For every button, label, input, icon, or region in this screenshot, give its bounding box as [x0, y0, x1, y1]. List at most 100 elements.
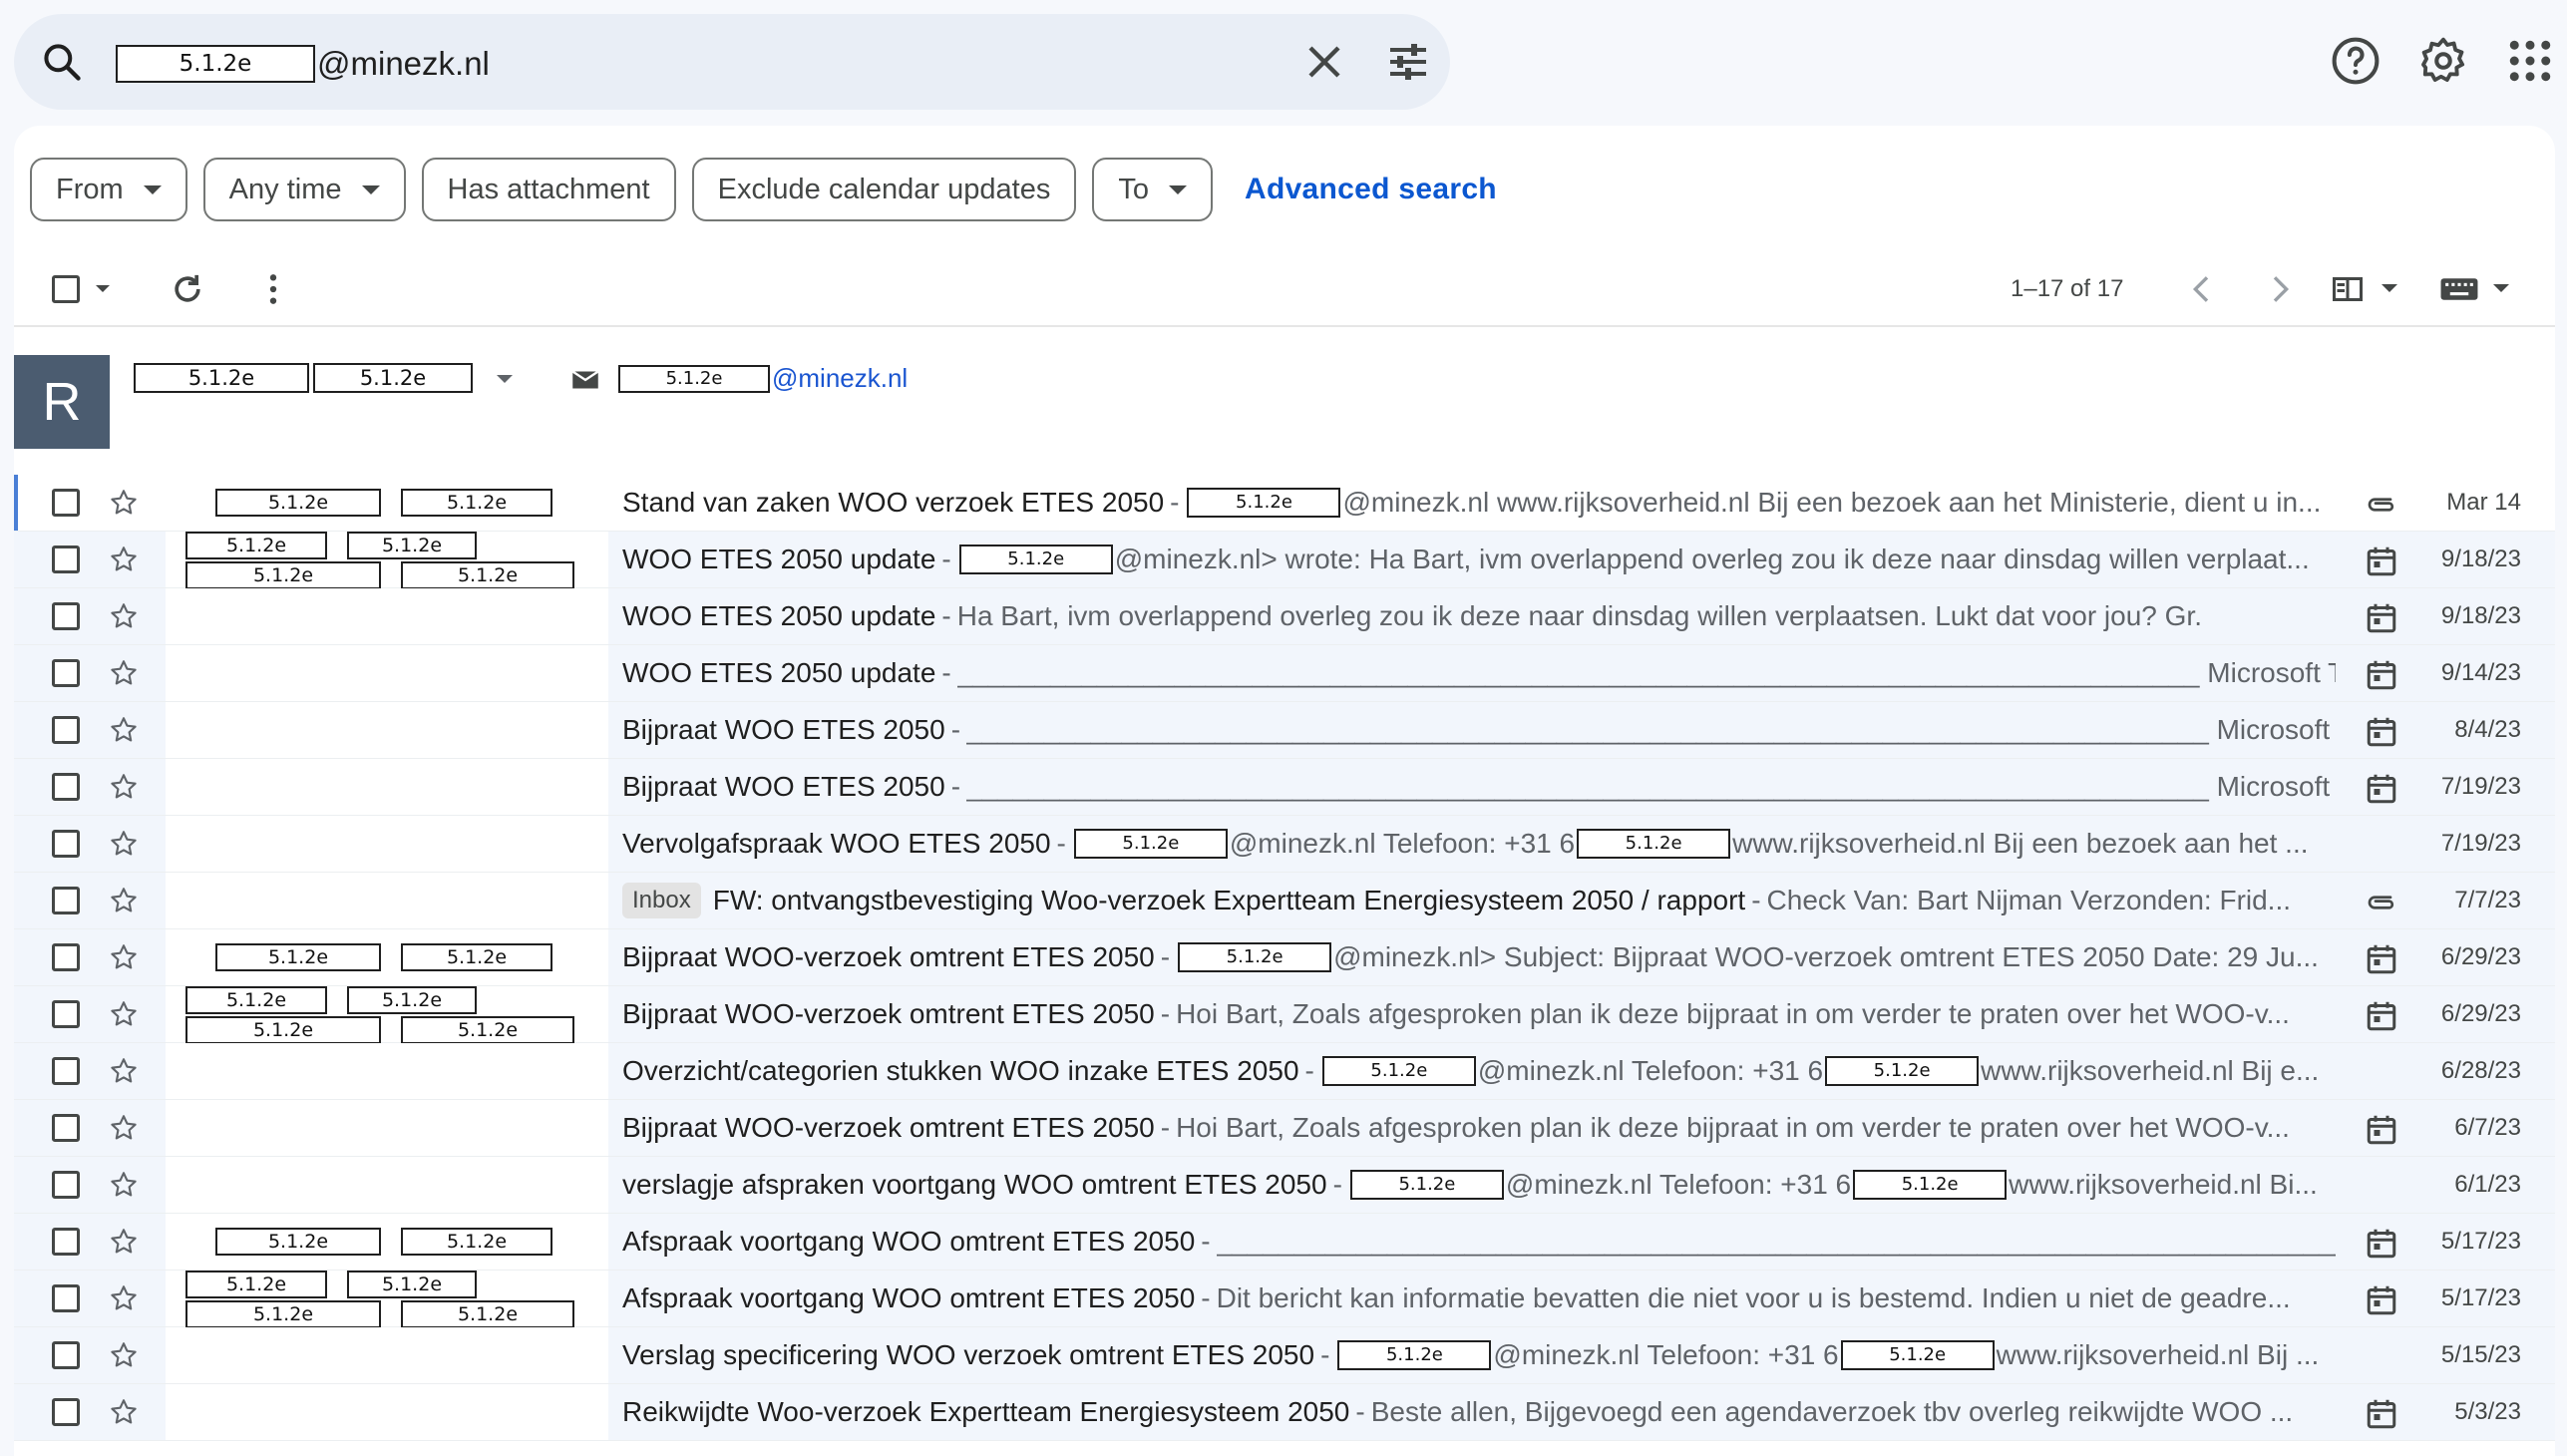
email-row[interactable]: 5.1.2e 5.1.2e Afspraak voortgang WOO omtre… [14, 1214, 2555, 1271]
calendar-icon[interactable] [2364, 1226, 2399, 1262]
star-icon[interactable] [108, 771, 140, 803]
calendar-icon[interactable] [2364, 1396, 2399, 1432]
advanced-search-link[interactable]: Advanced search [1245, 173, 1497, 206]
row-checkbox[interactable] [52, 1114, 80, 1142]
more-vert-icon[interactable] [253, 269, 293, 309]
star-icon[interactable] [108, 1169, 140, 1201]
select-all-checkbox[interactable] [52, 275, 80, 303]
chip-exclude-calendar[interactable]: Exclude calendar updates [691, 158, 1077, 221]
star-icon[interactable] [108, 714, 140, 746]
email-row[interactable]: Verslag specificering WOO verzoek omtren… [14, 1327, 2555, 1384]
row-checkbox[interactable] [52, 1000, 80, 1028]
calendar-icon[interactable] [2364, 1112, 2399, 1148]
row-checkbox[interactable] [52, 1057, 80, 1085]
close-icon[interactable] [1300, 38, 1348, 86]
redaction-box: 5.1.2e [185, 561, 381, 589]
chevron-right-icon[interactable] [2260, 269, 2300, 309]
chip-has-attachment[interactable]: Has attachment [421, 158, 676, 221]
row-checkbox[interactable] [52, 887, 80, 914]
row-checkbox[interactable] [52, 1284, 80, 1312]
calendar-icon[interactable] [2364, 771, 2399, 807]
chevron-down-icon[interactable] [2382, 284, 2397, 292]
star-icon[interactable] [108, 1339, 140, 1371]
email-row[interactable]: Inbox FW: ontvangstbevestiging Woo-verzoe… [14, 873, 2555, 929]
star-icon[interactable] [108, 1396, 140, 1428]
sender-column [166, 645, 608, 701]
star-icon[interactable] [108, 1055, 140, 1087]
row-checkbox[interactable] [52, 716, 80, 744]
row-checkbox[interactable] [52, 943, 80, 971]
search-options-icon[interactable] [1382, 38, 1434, 86]
email-row[interactable]: 5.1.2e 5.1.2e 5.1.2e 5.1.2e WOO ETES 2050 up… [14, 532, 2555, 589]
email-row[interactable]: Bijpraat WOO-verzoek omtrent ETES 2050- H… [14, 1100, 2555, 1157]
calendar-icon[interactable] [2364, 998, 2399, 1034]
row-checkbox[interactable] [52, 773, 80, 801]
chevron-down-icon[interactable] [497, 375, 513, 383]
star-icon[interactable] [108, 487, 140, 519]
email-row[interactable]: Overzicht/categorien stukken WOO inzake … [14, 1043, 2555, 1100]
chevron-down-icon[interactable] [2493, 284, 2509, 292]
search-bar[interactable]: 5.1.2e @minezk.nl [14, 14, 1450, 110]
chip-to[interactable]: To [1092, 158, 1213, 221]
chevron-left-icon[interactable] [2182, 269, 2222, 309]
search-input[interactable]: 5.1.2e @minezk.nl [116, 42, 490, 86]
row-checkbox[interactable] [52, 830, 80, 858]
email-row[interactable]: Bijpraat WOO ETES 2050- _________________… [14, 702, 2555, 759]
email-row[interactable]: Vervolgafspraak WOO ETES 2050-5.1.2e @min… [14, 816, 2555, 873]
attachment-icon[interactable] [2364, 487, 2399, 523]
email-row[interactable]: 5.1.2e 5.1.2e Stand van zaken WOO verzoek … [14, 475, 2555, 532]
email-row[interactable]: 5.1.2e 5.1.2e 5.1.2e 5.1.2e Bijpraat WOO-ver… [14, 986, 2555, 1044]
email-row[interactable]: verslagje afspraken voortgang WOO omtren… [14, 1157, 2555, 1214]
star-icon[interactable] [108, 544, 140, 575]
row-checkbox[interactable] [52, 489, 80, 517]
star-icon[interactable] [108, 941, 140, 973]
star-icon[interactable] [108, 828, 140, 860]
email-summary: verslagje afspraken voortgang WOO omtren… [622, 1157, 2336, 1213]
row-checkbox[interactable] [52, 602, 80, 630]
refresh-icon[interactable] [168, 269, 207, 309]
gear-icon[interactable] [2416, 34, 2470, 88]
email-row[interactable]: 5.1.2e 5.1.2e 5.1.2e 5.1.2e Afspraak voortga… [14, 1271, 2555, 1328]
email-row[interactable]: WOO ETES 2050 update - Ha Bart, ivm overla… [14, 588, 2555, 645]
email-row[interactable]: 5.1.2e 5.1.2e Bijpraat WOO-verzoek omtrent… [14, 929, 2555, 986]
star-icon[interactable] [108, 1226, 140, 1258]
email-row[interactable]: Reikwijdte Woo-verzoek Expertteam Energi… [14, 1384, 2555, 1441]
row-checkbox[interactable] [52, 1228, 80, 1256]
attachment-icon[interactable] [2364, 885, 2399, 920]
row-checkbox[interactable] [52, 1341, 80, 1369]
avatar[interactable]: R [14, 355, 110, 449]
star-icon[interactable] [108, 600, 140, 632]
star-icon[interactable] [108, 998, 140, 1030]
row-checkbox[interactable] [52, 659, 80, 687]
star-icon[interactable] [108, 1282, 140, 1314]
star-icon[interactable] [108, 1112, 140, 1144]
chip-any-time[interactable]: Any time [202, 158, 406, 221]
help-icon[interactable] [2329, 34, 2383, 88]
star-icon[interactable] [108, 657, 140, 689]
row-checkbox[interactable] [52, 1398, 80, 1426]
calendar-icon[interactable] [2364, 941, 2399, 977]
apps-grid-icon[interactable] [2503, 34, 2557, 88]
row-checkbox[interactable] [52, 1171, 80, 1199]
calendar-icon[interactable] [2364, 714, 2399, 750]
calendar-icon[interactable] [2364, 600, 2399, 636]
star-icon[interactable] [108, 885, 140, 916]
chip-from[interactable]: From [30, 158, 187, 221]
keyboard-icon[interactable] [2439, 271, 2479, 307]
email-date: 9/14/23 [2440, 659, 2521, 686]
contact-email[interactable]: @minezk.nl [772, 363, 908, 394]
email-date: 6/7/23 [2454, 1114, 2521, 1141]
calendar-icon[interactable] [2364, 657, 2399, 693]
row-checkbox[interactable] [52, 546, 80, 573]
sender-column: 5.1.2e 5.1.2e 5.1.2e 5.1.2e [166, 986, 608, 1044]
chevron-down-icon[interactable] [96, 285, 110, 292]
chip-label: Exclude calendar updates [717, 173, 1051, 205]
redaction-box: 5.1.2e [618, 364, 770, 393]
split-pane-icon[interactable] [2330, 271, 2366, 307]
email-row[interactable]: Bijpraat WOO ETES 2050- _________________… [14, 759, 2555, 816]
email-row[interactable]: WOO ETES 2050 update - ___________________… [14, 645, 2555, 702]
calendar-icon[interactable] [2364, 1282, 2399, 1318]
search-icon[interactable] [40, 40, 84, 84]
calendar-icon[interactable] [2364, 544, 2399, 579]
redaction-box: 5.1.2e [1187, 488, 1341, 518]
